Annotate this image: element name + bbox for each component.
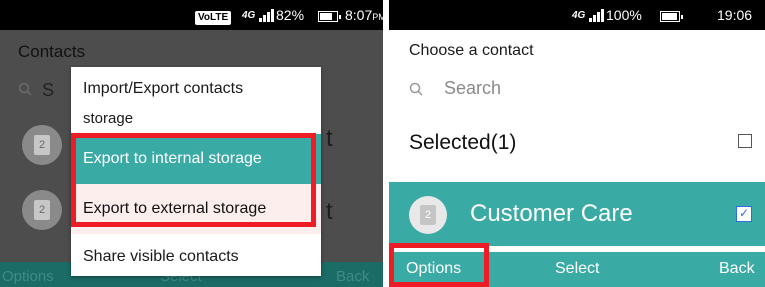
search-input[interactable]: Search xyxy=(444,78,501,99)
contact-avatar: 2 xyxy=(22,125,62,165)
status-bar: VoLTE 4G 82% 8:07PM xyxy=(0,0,383,30)
battery-icon xyxy=(318,8,341,22)
search-icon xyxy=(409,82,423,96)
highlight-box xyxy=(389,243,489,287)
select-softkey[interactable]: Select xyxy=(555,260,599,278)
clock: 19:06 xyxy=(717,7,753,23)
network-type-label: 4G xyxy=(572,10,586,21)
battery-icon xyxy=(660,8,683,22)
battery-percent: 100% xyxy=(606,7,642,23)
page-title: Choose a contact xyxy=(409,42,534,59)
signal-icon: 4G xyxy=(242,8,276,24)
battery-percent: 82% xyxy=(276,7,305,23)
network-type-label: 4G xyxy=(242,10,256,21)
left-phone-screen: VoLTE 4G 82% 8:07PM Contacts S 2 t 2 t O… xyxy=(0,0,383,287)
contact-name-fragment: t xyxy=(326,198,333,225)
contact-name: Customer Care xyxy=(470,200,633,227)
highlight-box xyxy=(71,133,316,227)
right-phone-screen: 4G 100% 19:06 Choose a contact Search Se… xyxy=(389,0,765,287)
volte-badge: VoLTE xyxy=(195,8,232,25)
back-softkey[interactable]: Back xyxy=(719,260,755,278)
options-softkey[interactable]: Options xyxy=(2,268,54,285)
contact-avatar: 2 xyxy=(22,190,62,230)
menu-title: Import/Export contacts xyxy=(83,80,244,97)
signal-icon: 4G xyxy=(572,8,606,24)
search-input-fragment[interactable]: S xyxy=(42,80,54,101)
contact-name-fragment: t xyxy=(326,125,333,152)
sim-icon: 2 xyxy=(34,135,50,155)
search-icon xyxy=(18,82,32,96)
share-visible-contacts-item[interactable]: Share visible contacts xyxy=(71,232,321,282)
status-bar: 4G 100% 19:06 xyxy=(389,0,765,30)
contact-avatar: 2 xyxy=(409,196,447,234)
clock: 8:07PM xyxy=(345,7,383,23)
sim-icon: 2 xyxy=(420,205,436,225)
select-all-checkbox[interactable] xyxy=(738,134,752,148)
selected-count-label: Selected(1) xyxy=(409,131,517,154)
page-title: Contacts xyxy=(18,42,86,61)
checkbox-icon[interactable]: ✓ xyxy=(736,206,752,222)
sim-icon: 2 xyxy=(34,200,50,220)
back-softkey[interactable]: Back xyxy=(336,268,369,285)
menu-item-fragment[interactable]: storage xyxy=(83,110,133,127)
